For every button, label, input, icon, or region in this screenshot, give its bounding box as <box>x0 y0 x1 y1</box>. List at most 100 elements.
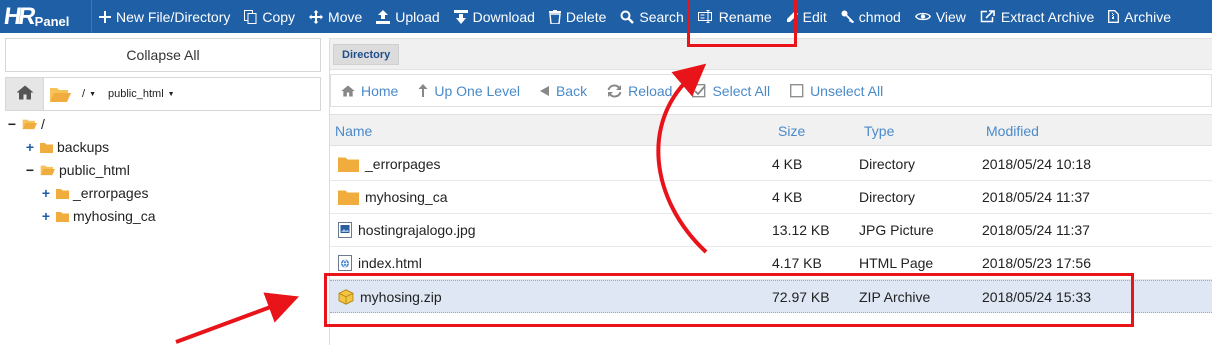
tree-item-label: _errorpages <box>73 185 149 201</box>
eye-icon <box>914 11 931 22</box>
table-row-selected[interactable]: myhosing.zip 72.97 KB ZIP Archive 2018/0… <box>330 280 1212 313</box>
logo-mark: HR <box>2 2 35 30</box>
toolbar-label: View <box>935 8 966 25</box>
file-modified: 2018/05/24 10:18 <box>982 156 1091 172</box>
nav-label: Unselect All <box>810 82 884 99</box>
search-icon <box>620 10 635 24</box>
top-toolbar: HR Panel New File/Directory Copy Move Up… <box>0 0 1212 33</box>
column-header-type[interactable]: Type <box>864 123 894 139</box>
file-name-cell: myhosing.zip <box>338 289 442 305</box>
table-row[interactable]: index.html 4.17 KB HTML Page 2018/05/23 … <box>330 247 1212 280</box>
toolbar-label: Delete <box>565 8 607 25</box>
file-type: JPG Picture <box>859 222 934 238</box>
edit-button[interactable]: Edit <box>779 0 834 33</box>
unselect-all-button[interactable]: Unselect All <box>790 83 883 99</box>
file-name: _errorpages <box>365 156 441 172</box>
delete-button[interactable]: Delete <box>542 0 613 33</box>
zip-file-icon <box>338 289 354 305</box>
file-type: Directory <box>859 189 916 205</box>
file-size: 13.12 KB <box>772 222 830 238</box>
file-modified: 2018/05/24 11:37 <box>982 189 1090 205</box>
file-name-cell: myhosing_ca <box>338 189 448 205</box>
folder-open-icon <box>40 164 55 176</box>
extract-icon <box>980 10 996 23</box>
file-name: index.html <box>358 255 422 271</box>
file-name-cell: _errorpages <box>338 156 441 172</box>
expand-toggle-icon[interactable]: + <box>23 139 37 155</box>
reload-icon <box>607 84 622 98</box>
select-all-button[interactable]: Select All <box>692 83 770 99</box>
toolbar-label: Download <box>472 8 535 25</box>
table-row[interactable]: myhosing_ca 4 KB Directory 2018/05/24 11… <box>330 181 1212 214</box>
folder-icon <box>338 189 359 205</box>
collapse-toggle-icon[interactable]: − <box>5 116 19 132</box>
upload-button[interactable]: Upload <box>369 0 446 33</box>
table-row[interactable]: hostingrajalogo.jpg 13.12 KB JPG Picture… <box>330 214 1212 247</box>
home-icon <box>341 85 355 97</box>
file-table-header: Name Size Type Modified <box>330 114 1212 146</box>
trash-icon <box>548 9 561 24</box>
file-type: HTML Page <box>859 255 934 271</box>
copy-icon <box>244 9 257 24</box>
tree-item-root[interactable]: − / <box>5 116 45 132</box>
view-button[interactable]: View <box>908 0 973 33</box>
checkbox-checked-icon <box>692 83 707 98</box>
toolbar-label: Edit <box>802 8 827 25</box>
reload-button[interactable]: Reload <box>607 83 672 99</box>
download-button[interactable]: Download <box>447 0 542 33</box>
folder-open-icon <box>22 118 37 130</box>
rename-button[interactable]: Rename <box>691 0 779 33</box>
tab-directory[interactable]: Directory <box>333 44 400 65</box>
file-size: 4 KB <box>772 156 803 172</box>
column-header-modified[interactable]: Modified <box>986 123 1039 139</box>
archive-button[interactable]: Archive <box>1101 0 1178 33</box>
expand-toggle-icon[interactable]: + <box>39 185 53 201</box>
nav-label: Home <box>361 82 399 99</box>
toolbar-label: New File/Directory <box>116 8 231 25</box>
file-modified: 2018/05/24 15:33 <box>982 289 1091 305</box>
column-header-name[interactable]: Name <box>335 123 372 139</box>
move-button[interactable]: Move <box>302 0 369 33</box>
arrow-up-icon <box>418 84 428 97</box>
table-row[interactable]: _errorpages 4 KB Directory 2018/05/24 10… <box>330 148 1212 181</box>
folder-icon <box>40 142 53 153</box>
breadcrumb-root[interactable]: / ▼ <box>82 88 96 100</box>
file-size: 72.97 KB <box>772 289 830 305</box>
back-icon <box>539 85 550 96</box>
tree-item-myhosing-ca[interactable]: + myhosing_ca <box>39 208 156 224</box>
copy-button[interactable]: Copy <box>237 0 302 33</box>
tree-item-backups[interactable]: + backups <box>23 139 109 155</box>
breadcrumb-root-label: / <box>82 88 86 100</box>
tree-item-label: / <box>41 116 45 132</box>
toolbar-label: Extract Archive <box>1000 8 1095 25</box>
home-button[interactable] <box>6 78 44 110</box>
folder-icon <box>56 211 69 222</box>
tree-item-public-html[interactable]: − public_html <box>23 162 130 178</box>
collapse-all-button[interactable]: Collapse All <box>5 38 321 72</box>
tree-item-errorpages[interactable]: + _errorpages <box>39 185 149 201</box>
file-modified: 2018/05/23 17:56 <box>982 255 1091 271</box>
toolbar-label: Copy <box>262 8 296 25</box>
chmod-button[interactable]: chmod <box>834 0 908 33</box>
html-file-icon <box>338 255 352 271</box>
nav-label: Up One Level <box>434 82 520 99</box>
search-button[interactable]: Search <box>613 0 690 33</box>
collapse-toggle-icon[interactable]: − <box>23 162 37 178</box>
back-button[interactable]: Back <box>539 82 588 99</box>
home-nav-button[interactable]: Home <box>341 83 398 99</box>
home-icon <box>16 85 34 103</box>
navigation-bar: Home Up One Level Back Reload Select All <box>330 74 1212 107</box>
arrow-to-zip-file-icon <box>175 292 300 344</box>
tree-item-label: myhosing_ca <box>73 208 156 224</box>
column-header-size[interactable]: Size <box>778 123 805 139</box>
breadcrumb-current[interactable]: public_html ▼ <box>108 88 175 100</box>
up-one-level-button[interactable]: Up One Level <box>418 83 520 99</box>
file-size: 4.17 KB <box>772 255 822 271</box>
move-icon <box>309 9 324 24</box>
nav-label: Back <box>555 82 588 99</box>
new-file-directory-button[interactable]: New File/Directory <box>92 0 237 33</box>
logo-text: Panel <box>34 13 70 29</box>
pencil-icon <box>786 10 798 23</box>
expand-toggle-icon[interactable]: + <box>39 208 53 224</box>
extract-archive-button[interactable]: Extract Archive <box>973 0 1101 33</box>
